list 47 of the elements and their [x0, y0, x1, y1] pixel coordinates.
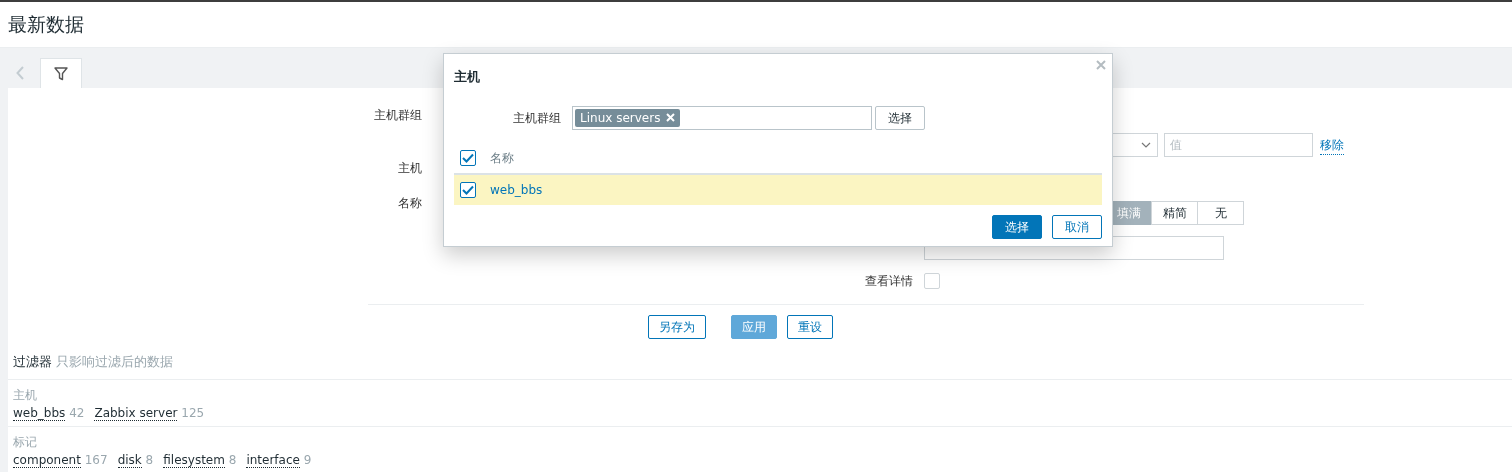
- value-field[interactable]: 值: [1164, 133, 1313, 157]
- count-label: 8: [145, 452, 154, 467]
- close-icon: [1096, 60, 1106, 70]
- remove-link[interactable]: 移除: [1320, 135, 1344, 155]
- checkbox[interactable]: [460, 149, 476, 166]
- select-button[interactable]: 选择: [875, 105, 925, 130]
- group-title: 主机: [13, 386, 38, 404]
- count-label: 8: [228, 452, 237, 467]
- column-header: 名称: [490, 149, 514, 167]
- section-title: 过滤器: [13, 354, 52, 369]
- section-note: 只影响过滤后的数据: [55, 354, 173, 369]
- page-title: 最新数据: [8, 13, 84, 36]
- multiselect-field[interactable]: Linux servers: [572, 105, 872, 130]
- count-label: 125: [181, 405, 205, 420]
- remove-icon: [666, 113, 676, 122]
- toggle-option[interactable]: 无: [1197, 201, 1244, 225]
- filter-link[interactable]: Zabbix server: [94, 405, 178, 421]
- check-icon: [462, 184, 474, 195]
- count-label: 167: [84, 452, 108, 467]
- field-label: 主机群组: [373, 107, 422, 124]
- filter-link[interactable]: filesystem: [163, 452, 225, 468]
- field-label: 名称: [397, 195, 422, 212]
- count-label: 42: [69, 405, 85, 420]
- filter-tab[interactable]: [40, 58, 82, 88]
- dialog-button[interactable]: 取消: [1052, 214, 1102, 239]
- field-label: 主机: [397, 160, 422, 177]
- chevron-left-icon: [16, 66, 24, 80]
- checkbox[interactable]: [460, 181, 476, 198]
- filter-link[interactable]: disk: [117, 452, 142, 468]
- filter-link[interactable]: interface: [246, 452, 300, 468]
- count-label: 9: [303, 452, 312, 467]
- table-row[interactable]: web_bbs: [454, 174, 1102, 205]
- field-label: 主机群组: [512, 109, 561, 127]
- caret-icon: [1141, 142, 1151, 148]
- action-button[interactable]: 另存为: [647, 315, 706, 339]
- group-title: 标记: [13, 433, 38, 451]
- tag-chip[interactable]: Linux servers: [575, 108, 681, 127]
- dialog-button[interactable]: 选择: [992, 214, 1042, 239]
- field-label: 查看详情: [864, 273, 913, 290]
- host-link[interactable]: web_bbs: [490, 180, 543, 199]
- filter-icon: [54, 66, 68, 81]
- toggle-option[interactable]: 精简: [1151, 201, 1198, 225]
- filter-link[interactable]: web_bbs: [13, 405, 66, 421]
- filter-link[interactable]: component: [13, 452, 81, 468]
- check-icon: [462, 152, 474, 163]
- dialog-title: 主机: [454, 68, 481, 86]
- action-button[interactable]: 重设: [786, 315, 833, 339]
